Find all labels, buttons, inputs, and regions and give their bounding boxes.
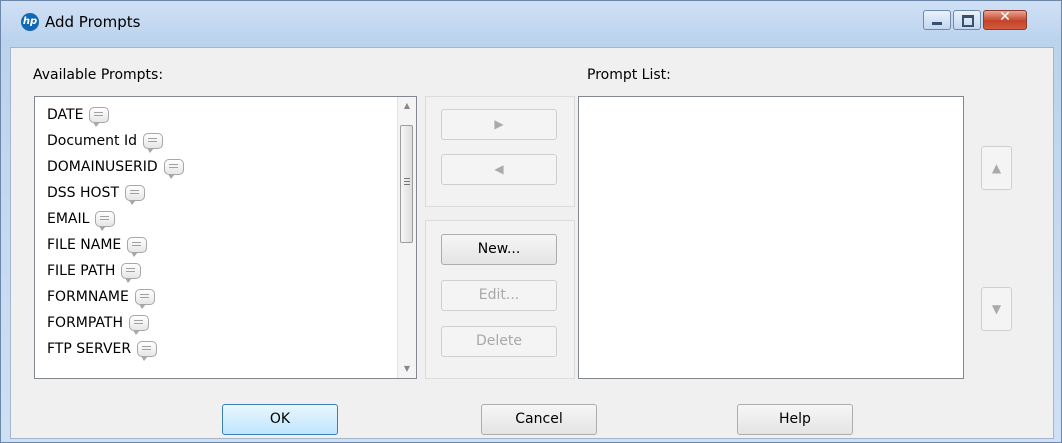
prompt-list[interactable] bbox=[578, 96, 964, 379]
speech-bubble-icon bbox=[125, 185, 145, 205]
move-down-button[interactable]: ▼ bbox=[981, 287, 1012, 331]
minimize-button[interactable] bbox=[923, 10, 951, 30]
scroll-up-icon[interactable]: ▲ bbox=[398, 97, 416, 115]
available-prompts-label: Available Prompts: bbox=[33, 67, 164, 83]
speech-bubble-icon bbox=[95, 211, 116, 231]
list-item[interactable]: DATE bbox=[47, 103, 110, 127]
list-item[interactable]: DSS HOST bbox=[47, 181, 145, 205]
available-prompts-list[interactable]: ▲ ▼ DATE Document Id DOMAINUSERID DSS HOST E… bbox=[34, 96, 417, 379]
scrollbar-thumb[interactable] bbox=[400, 125, 413, 243]
minimize-icon bbox=[932, 22, 942, 25]
list-item-label: FILE NAME bbox=[47, 237, 122, 253]
list-item[interactable]: DOMAINUSERID bbox=[47, 155, 184, 179]
list-item[interactable]: FILE PATH bbox=[47, 259, 142, 283]
cancel-button[interactable]: Cancel bbox=[481, 404, 597, 435]
move-up-button[interactable]: ▲ bbox=[981, 146, 1012, 190]
hp-logo-icon: hp bbox=[21, 13, 39, 31]
title-bar[interactable]: hp Add Prompts ✕ bbox=[1, 1, 1061, 41]
remove-from-list-button[interactable]: ◀ bbox=[441, 154, 557, 185]
maximize-button[interactable] bbox=[953, 10, 981, 30]
list-item-label: EMAIL bbox=[47, 211, 90, 227]
list-item-label: DATE bbox=[47, 107, 84, 123]
list-item-label: FORMNAME bbox=[47, 289, 129, 305]
list-item-label: FORMPATH bbox=[47, 315, 123, 331]
close-icon: ✕ bbox=[999, 9, 1011, 25]
help-button[interactable]: Help bbox=[737, 404, 853, 435]
list-item-label: DSS HOST bbox=[47, 185, 119, 201]
delete-button[interactable]: Delete bbox=[441, 326, 557, 357]
ok-button[interactable]: OK bbox=[222, 404, 338, 435]
speech-bubble-icon bbox=[89, 107, 110, 127]
list-item[interactable]: FORMPATH bbox=[47, 311, 149, 335]
list-item[interactable]: FTP SERVER bbox=[47, 337, 158, 361]
add-to-list-button[interactable]: ▶ bbox=[441, 109, 557, 140]
list-item-label: FILE PATH bbox=[47, 263, 116, 279]
edit-button[interactable]: Edit... bbox=[441, 280, 557, 311]
arrow-left-icon: ◀ bbox=[494, 162, 504, 176]
list-item-label: Document Id bbox=[47, 133, 137, 149]
arrow-down-icon: ▼ bbox=[991, 302, 1002, 316]
speech-bubble-icon bbox=[163, 159, 184, 179]
add-prompts-dialog: hp Add Prompts ✕ Available Prompts: Prom… bbox=[0, 0, 1062, 443]
close-button[interactable]: ✕ bbox=[983, 9, 1027, 30]
available-list-scrollbar[interactable]: ▲ ▼ bbox=[397, 97, 416, 378]
speech-bubble-icon bbox=[127, 237, 148, 257]
new-button[interactable]: New... bbox=[441, 234, 557, 265]
prompt-list-label: Prompt List: bbox=[587, 67, 671, 83]
list-item[interactable]: FORMNAME bbox=[47, 285, 155, 309]
arrow-right-icon: ▶ bbox=[494, 117, 504, 131]
list-item-label: FTP SERVER bbox=[47, 341, 132, 357]
window-title: Add Prompts bbox=[45, 13, 141, 31]
list-item-label: DOMAINUSERID bbox=[47, 159, 158, 175]
list-item[interactable]: Document Id bbox=[47, 129, 163, 153]
arrow-up-icon: ▲ bbox=[991, 161, 1002, 175]
speech-bubble-icon bbox=[121, 263, 142, 283]
speech-bubble-icon bbox=[129, 315, 149, 335]
list-item[interactable]: EMAIL bbox=[47, 207, 116, 231]
scroll-down-icon[interactable]: ▼ bbox=[398, 360, 416, 378]
move-buttons-group: ▶ ◀ bbox=[425, 96, 575, 207]
speech-bubble-icon bbox=[143, 133, 163, 153]
maximize-icon bbox=[962, 15, 974, 27]
dialog-body: Available Prompts: Prompt List: ▲ ▼ DATE… bbox=[10, 47, 1054, 439]
speech-bubble-icon bbox=[137, 341, 158, 361]
edit-buttons-group: New... Edit... Delete bbox=[425, 220, 575, 379]
speech-bubble-icon bbox=[134, 289, 155, 309]
list-item[interactable]: FILE NAME bbox=[47, 233, 148, 257]
